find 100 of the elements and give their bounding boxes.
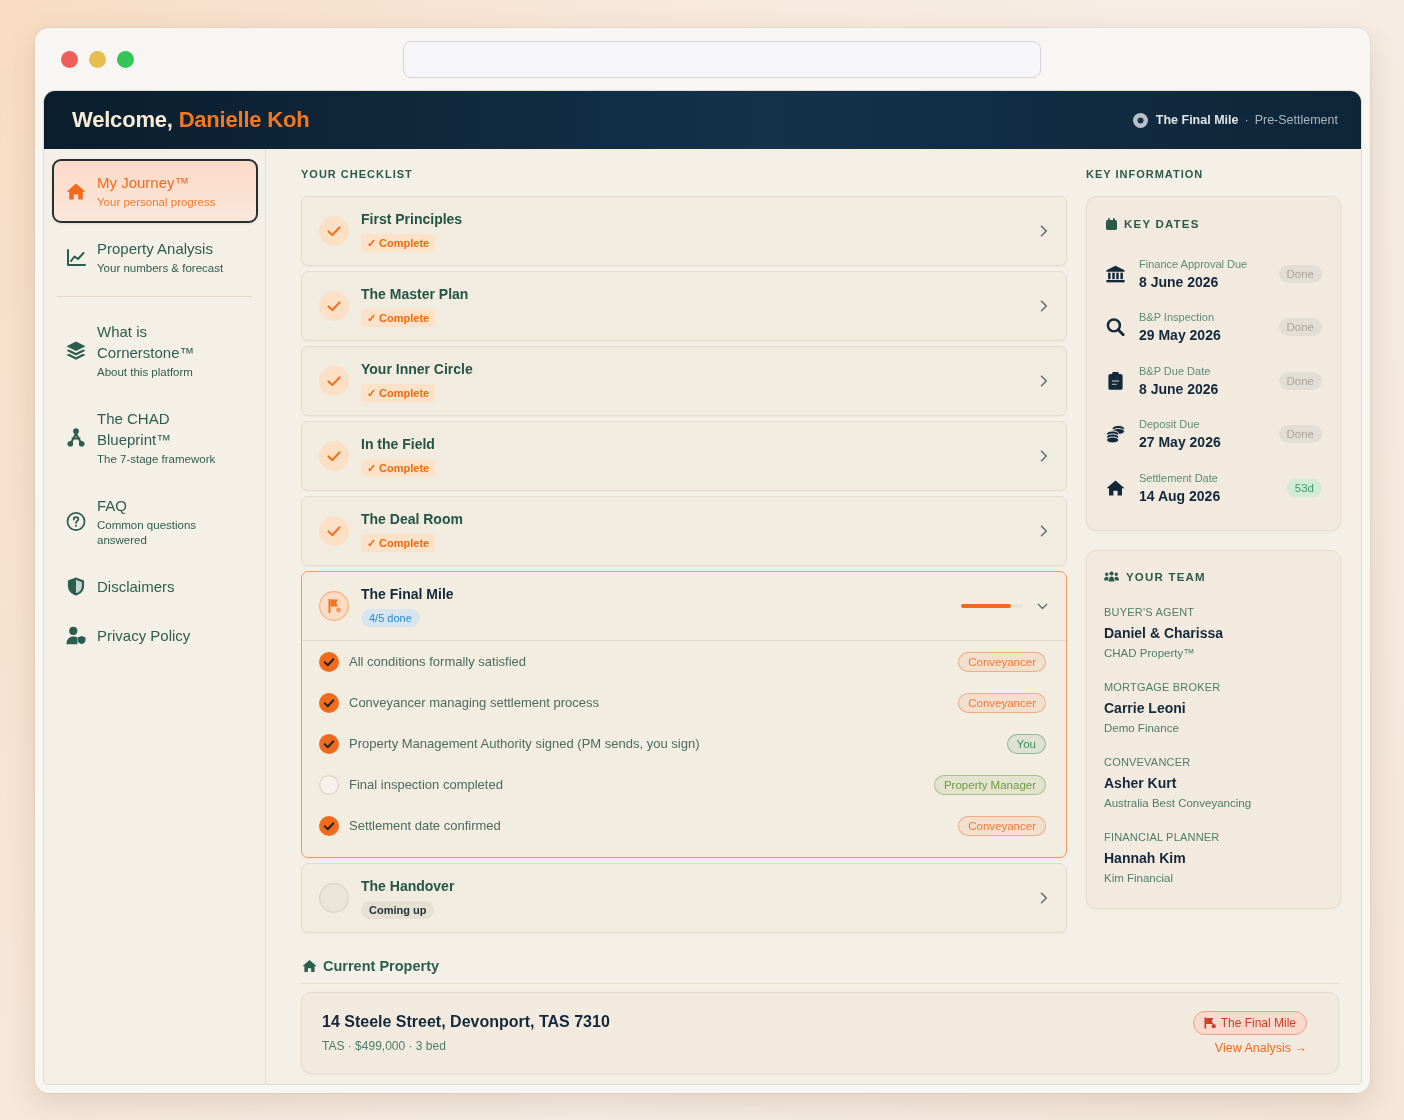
- flag-circle-icon: [319, 591, 349, 621]
- date-label: B&P Inspection: [1139, 310, 1215, 325]
- team-role: MORTGAGE BROKER: [1104, 679, 1222, 694]
- shield-icon: [66, 577, 86, 596]
- line-chart-icon: [66, 247, 86, 267]
- owner-tag: Conveyancer: [958, 651, 1046, 672]
- owner-tag: Conveyancer: [958, 692, 1046, 713]
- tag-label: The Final Mile: [1220, 1016, 1296, 1030]
- status-badge: ✓ Complete: [361, 459, 436, 477]
- property-details: TAS · $499,000 · 3 bed: [322, 1038, 447, 1054]
- chevron-right-icon[interactable]: [1040, 450, 1048, 462]
- stage-card[interactable]: The Master Plan ✓ Complete: [301, 271, 1067, 341]
- status-badge: ✓ Complete: [361, 384, 436, 402]
- layers-icon: [66, 341, 86, 360]
- ring-icon: [1132, 112, 1148, 128]
- zoom-dot-icon[interactable]: [117, 50, 134, 68]
- chevron-down-icon[interactable]: [1037, 602, 1048, 610]
- property-address: 14 Steele Street, Devonport, TAS 7310: [322, 1012, 610, 1032]
- date-value: 14 Aug 2026: [1139, 487, 1222, 505]
- house-icon: [302, 959, 317, 973]
- clipboard-icon: [1106, 371, 1125, 390]
- member-company: Kim Financial: [1104, 870, 1175, 886]
- team-role: FINANCIAL PLANNER: [1104, 829, 1221, 844]
- close-dot-icon[interactable]: [61, 50, 78, 68]
- chevron-right-icon[interactable]: [1040, 375, 1048, 387]
- stage-phase: Pre-Settlement: [1254, 113, 1338, 127]
- question-circle-icon: [66, 512, 86, 531]
- task-checkbox[interactable]: [319, 692, 339, 713]
- task-checkbox[interactable]: [319, 815, 339, 836]
- stage-name: The Final Mile: [1155, 113, 1239, 127]
- date-label: Finance Approval Due: [1139, 256, 1249, 271]
- task-label: Settlement date confirmed: [349, 818, 502, 833]
- task-checkbox[interactable]: [319, 651, 339, 672]
- nav-item[interactable]: FAQ Common questions answered: [52, 482, 258, 561]
- nav-item[interactable]: The CHAD Blueprint™ The 7-stage framework: [52, 395, 258, 480]
- minimize-dot-icon[interactable]: [89, 50, 106, 68]
- owner-tag: You: [1006, 733, 1046, 754]
- member-company: Australia Best Conveyancing: [1104, 795, 1253, 811]
- section-title: Current Property: [323, 957, 440, 976]
- section-label: KEY INFORMATION: [1086, 167, 1205, 181]
- section-label: YOUR CHECKLIST: [301, 167, 414, 181]
- stage-card[interactable]: Your Inner Circle ✓ Complete: [301, 346, 1067, 416]
- member-name: Daniel & Charissa: [1104, 623, 1225, 642]
- task-checkbox[interactable]: [319, 733, 339, 754]
- stage-title: The Final Mile: [361, 585, 454, 603]
- status-badge: ✓ Complete: [361, 234, 436, 252]
- chevron-right-icon[interactable]: [1040, 525, 1048, 537]
- date-label: Deposit Due: [1139, 417, 1201, 432]
- nav-item[interactable]: Privacy Policy: [52, 612, 258, 659]
- separator-text: ·: [1244, 113, 1249, 127]
- owner-tag: Conveyancer: [958, 815, 1046, 836]
- stage-card[interactable]: First Principles ✓ Complete: [301, 196, 1067, 266]
- status-badge: ✓ Complete: [361, 309, 436, 327]
- bank-icon: [1106, 264, 1125, 283]
- task-checkbox[interactable]: [319, 774, 339, 795]
- check-circle-icon: [319, 366, 349, 396]
- stage-title: First Principles: [361, 210, 463, 228]
- date-label: Settlement Date: [1139, 470, 1219, 485]
- search-icon: [1106, 318, 1125, 337]
- date-value: 29 May 2026: [1139, 327, 1222, 345]
- task-label: Final inspection completed: [349, 777, 504, 792]
- date-value: 27 May 2026: [1139, 434, 1222, 452]
- chevron-right-icon[interactable]: [1040, 300, 1048, 312]
- calendar-icon: [1106, 218, 1117, 230]
- check-circle-icon: [319, 441, 349, 471]
- stage-card[interactable]: In the Field ✓ Complete: [301, 421, 1067, 491]
- stage-card[interactable]: The Handover Coming up: [301, 863, 1067, 933]
- task-label: All conditions formally satisfied: [349, 654, 528, 669]
- flag-icon: [1203, 1017, 1216, 1029]
- stage-card[interactable]: The Deal Room ✓ Complete: [301, 496, 1067, 566]
- nav-item[interactable]: What is Cornerstone™ About this platform: [52, 308, 258, 393]
- chevron-right-icon[interactable]: [1040, 892, 1048, 904]
- member-name: Hannah Kim: [1104, 848, 1187, 867]
- house-icon: [66, 181, 86, 201]
- date-value: 8 June 2026: [1139, 273, 1220, 291]
- status-badge: 53d: [1286, 478, 1322, 497]
- nav-item[interactable]: Disclaimers: [52, 563, 258, 610]
- chevron-right-icon[interactable]: [1040, 225, 1048, 237]
- owner-tag: Property Manager: [933, 774, 1046, 795]
- user-shield-icon: [66, 626, 86, 645]
- check-circle-icon: [319, 291, 349, 321]
- member-company: Demo Finance: [1104, 720, 1180, 736]
- people-group-icon: [1104, 571, 1119, 582]
- stage-title: The Master Plan: [361, 285, 469, 303]
- stage-title: The Deal Room: [361, 510, 463, 528]
- nav-item[interactable]: Property Analysis Your numbers & forecast: [52, 225, 258, 289]
- member-company: CHAD Property™: [1104, 645, 1196, 661]
- stage-title: In the Field: [361, 435, 435, 453]
- coins-icon: [1106, 425, 1125, 444]
- stage-title: Your Inner Circle: [361, 360, 473, 378]
- stage-title: The Handover: [361, 877, 455, 895]
- check-circle-icon: [319, 516, 349, 546]
- date-label: B&P Due Date: [1139, 363, 1212, 378]
- team-role: CONVEVANCER: [1104, 754, 1192, 769]
- team-role: BUYER'S AGENT: [1104, 604, 1196, 619]
- house-icon: [1106, 478, 1125, 497]
- member-name: Asher Kurt: [1104, 773, 1178, 792]
- person-nodes-icon: [66, 428, 86, 447]
- card-title: YOUR TEAM: [1126, 570, 1206, 583]
- status-badge: 4/5 done: [361, 609, 420, 627]
